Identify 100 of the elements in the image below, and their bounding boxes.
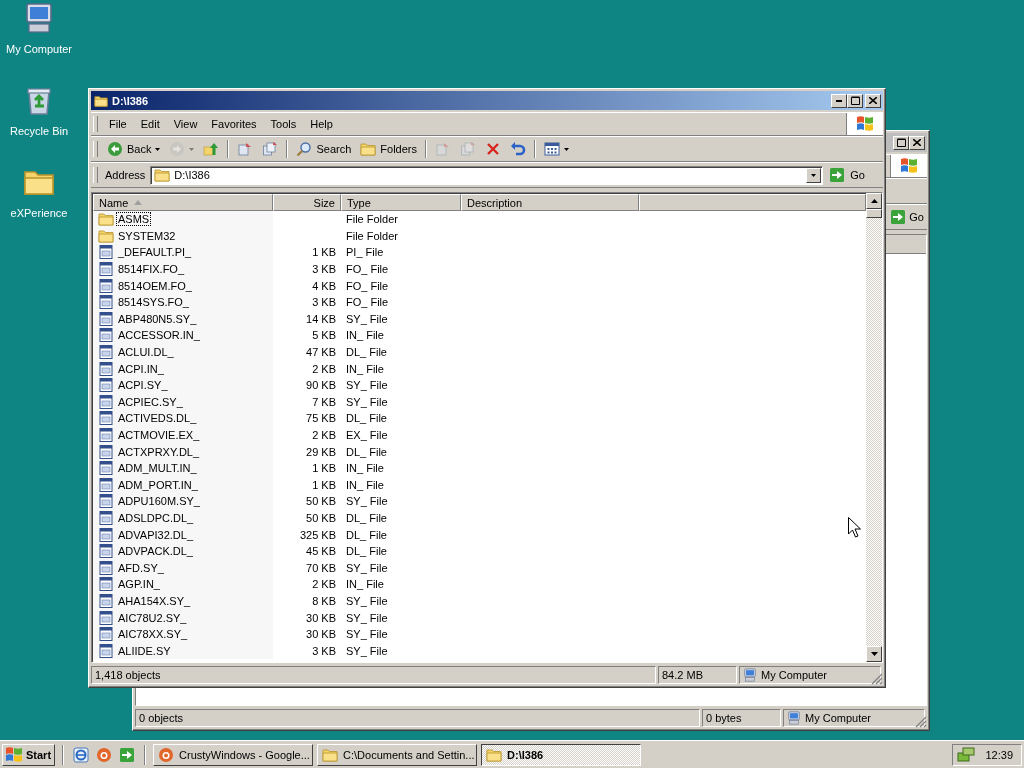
file-size: 3 KB [312, 296, 336, 309]
menu-item[interactable]: Help [303, 116, 340, 132]
move-icon [435, 141, 451, 157]
status-text: 0 objects [135, 709, 700, 727]
menu-item[interactable]: Edit [133, 116, 167, 132]
file-size: 1 KB [312, 478, 336, 491]
file-type: DL_ File [346, 346, 387, 359]
file-type: SY_ File [346, 495, 388, 508]
taskbar-button[interactable]: D:\I386 [481, 743, 642, 766]
minimize-button[interactable] [831, 93, 847, 108]
browser-icon [73, 746, 90, 763]
taskbar-button[interactable]: C:\Documents and Settin... [317, 743, 478, 766]
column-header[interactable]: Type [341, 194, 461, 211]
dropdown-button[interactable] [806, 167, 822, 183]
file-type: EX_ File [346, 429, 388, 441]
copy-icon [262, 141, 279, 157]
caret-icon [811, 173, 817, 177]
file-size: 1 KB [312, 246, 336, 259]
file-type: IN_ File [346, 462, 384, 475]
app-icon [158, 746, 175, 763]
views-icon [544, 141, 560, 157]
menu-item[interactable]: Tools [263, 116, 304, 132]
file-type: SY_ File [346, 379, 388, 392]
resize-grip-icon[interactable] [915, 716, 927, 728]
desktop-icon-label[interactable]: Recycle Bin [9, 125, 69, 137]
close-button[interactable] [865, 93, 881, 108]
file-size: 30 KB [306, 628, 336, 641]
folder-icon [154, 167, 171, 183]
close-icon [913, 139, 921, 146]
close-icon [869, 97, 877, 104]
maximize-button[interactable] [893, 135, 909, 150]
zone-label: My Computer [761, 669, 828, 681]
scroll-up-button[interactable] [866, 193, 882, 209]
toolbar-button[interactable]: Folders [356, 138, 421, 160]
file-type: File Folder [346, 213, 398, 226]
file-size: 2 KB [312, 429, 336, 441]
delete-icon [485, 141, 501, 157]
start-button[interactable]: Start [2, 743, 56, 766]
copy-icon [460, 141, 476, 157]
toolbar-button[interactable]: Back [103, 138, 165, 160]
column-header[interactable]: Name [93, 194, 273, 211]
file-type: FO_ File [346, 263, 389, 276]
go-button[interactable]: Go [888, 207, 927, 227]
file-size: 14 KB [306, 312, 336, 325]
status-size: 0 bytes [702, 709, 781, 727]
search-icon [296, 141, 313, 157]
file-size: 1 KB [312, 462, 336, 475]
file-type: PI_ File [346, 246, 384, 259]
caret-icon [155, 147, 161, 151]
folder-icon [360, 141, 377, 157]
go-button[interactable]: Go [826, 165, 883, 185]
quick-launch-button[interactable] [71, 744, 92, 765]
scroll-down-button[interactable] [866, 646, 882, 662]
column-header[interactable]: Size [273, 194, 341, 211]
menu-item[interactable]: Favorites [204, 116, 264, 132]
file-size: 75 KB [306, 412, 336, 425]
file-type: SY_ File [346, 561, 388, 574]
file-size: 50 KB [306, 512, 336, 524]
file-type: DL_ File [346, 445, 387, 458]
file-type: IN_ File [346, 578, 384, 591]
resize-grip-icon[interactable] [871, 673, 883, 685]
desktop-icon-label[interactable]: My Computer [6, 43, 72, 55]
maximize-button[interactable] [847, 93, 863, 108]
scrollbar[interactable] [866, 193, 882, 662]
menu-item[interactable]: View [166, 116, 205, 132]
address-field[interactable]: D:\I386 [150, 165, 824, 185]
undo-icon [510, 141, 526, 157]
computer-icon [743, 668, 757, 682]
file-size: 325 KB [299, 528, 336, 541]
file-type: DL_ File [346, 545, 387, 558]
sort-arrow-icon [134, 200, 143, 205]
folder-icon [486, 746, 503, 763]
caret-icon [189, 147, 195, 151]
status-text: 1,418 objects [91, 666, 656, 684]
file-type: FO_ File [346, 279, 389, 292]
file-size: 47 KB [306, 346, 336, 359]
file-type: File Folder [346, 229, 398, 242]
file-size: 2 KB [312, 578, 336, 591]
scroll-thumb[interactable] [866, 209, 882, 218]
zone-label: My Computer [805, 712, 872, 724]
close-button[interactable] [909, 135, 925, 150]
file-size: 4 KB [312, 279, 336, 292]
file-size: 2 KB [312, 362, 336, 375]
taskbar-button[interactable]: CrustyWindows - Google... [153, 743, 314, 766]
file-type: DL_ File [346, 412, 387, 425]
file-size: 50 KB [306, 495, 336, 508]
app-icon [96, 746, 113, 763]
menu-item[interactable]: File [102, 116, 134, 132]
desktop-icon-label[interactable]: eXPerience [10, 207, 68, 219]
column-header[interactable]: Description [461, 194, 639, 211]
toolbar-button[interactable]: Search [292, 138, 356, 160]
file-name[interactable]: ASMS [116, 212, 152, 227]
clock: 12:39 [985, 748, 1013, 761]
file-type: FO_ File [346, 296, 389, 309]
address-label: Address [105, 169, 147, 181]
file-size: 45 KB [306, 545, 336, 558]
computer-icon [23, 2, 55, 34]
file-type: SY_ File [346, 594, 388, 607]
file-type: SY_ File [346, 312, 388, 325]
computer-icon [787, 711, 801, 725]
